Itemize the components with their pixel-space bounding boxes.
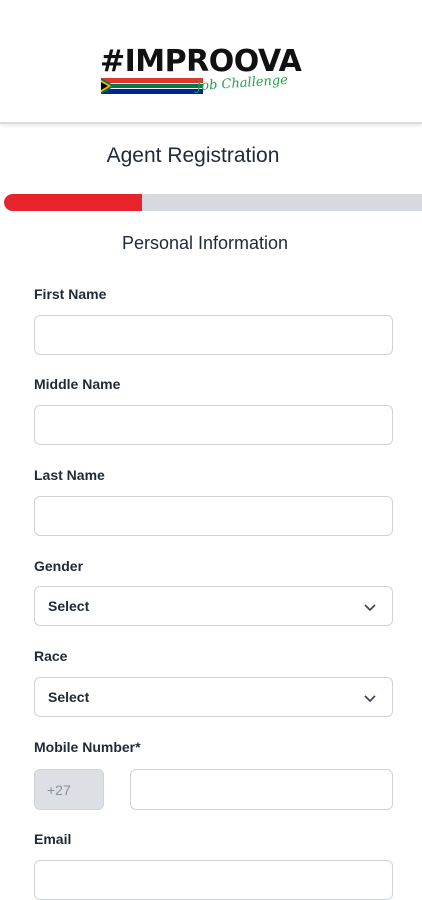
last-name-input[interactable] — [34, 496, 393, 536]
gender-label: Gender — [34, 558, 84, 574]
first-name-label: First Name — [34, 286, 107, 302]
page-title: Agent Registration — [106, 144, 280, 167]
country-code-prefix: +27 — [34, 769, 104, 810]
last-name-label: Last Name — [34, 467, 105, 483]
app-header: #IMPROOVA Job Challenge — [0, 0, 422, 124]
email-label: Email — [34, 831, 72, 847]
middle-name-input[interactable] — [34, 405, 393, 445]
south-africa-flag-icon — [101, 78, 203, 94]
progress-fill — [4, 194, 142, 211]
country-code-text: +27 — [47, 782, 71, 798]
improova-logo: #IMPROOVA Job Challenge — [100, 44, 302, 100]
mobile-number-input[interactable] — [130, 769, 393, 810]
middle-name-label: Middle Name — [34, 376, 121, 392]
race-select-value: Select — [48, 689, 90, 705]
first-name-input[interactable] — [34, 315, 393, 355]
gender-select-value: Select — [48, 598, 90, 614]
chevron-down-icon — [364, 604, 376, 612]
section-title: Personal Information — [121, 233, 289, 253]
registration-progress-bar — [4, 194, 422, 211]
gender-select[interactable]: Select — [34, 586, 393, 626]
chevron-down-icon — [364, 695, 376, 703]
mobile-number-label: Mobile Number* — [34, 739, 141, 755]
email-input[interactable] — [34, 860, 393, 900]
race-label: Race — [34, 648, 68, 664]
race-select[interactable]: Select — [34, 677, 393, 717]
